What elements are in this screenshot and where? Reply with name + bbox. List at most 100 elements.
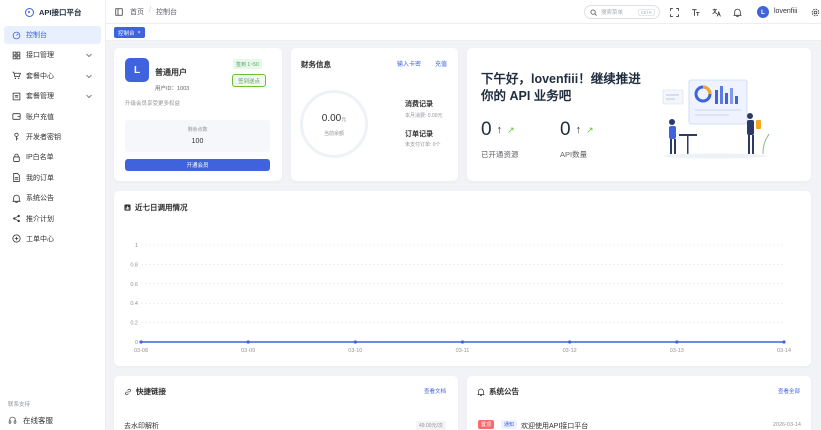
user-card-avatar: L	[125, 58, 149, 82]
chevron-down-icon[interactable]	[85, 51, 93, 59]
sidebar-item-wallet[interactable]: 账户充值	[4, 108, 101, 126]
balance-value: 0.00	[321, 113, 342, 124]
key-icon	[12, 132, 21, 141]
sidebar-item-label: 工单中心	[26, 235, 54, 243]
font-size-icon[interactable]	[691, 8, 700, 17]
breadcrumb-separator: /	[149, 6, 151, 14]
notice-type-badge: 通知	[501, 420, 518, 429]
consume-record-sub: 本月消费: 0.00元	[405, 113, 443, 119]
order-record-sub: 未支付订单: 0个	[405, 142, 441, 148]
sidebar-item-grid[interactable]: 接口管理	[4, 46, 101, 64]
quick-links-title: 快捷链接	[136, 387, 166, 396]
chevron-down-icon[interactable]	[85, 72, 93, 80]
user-avatar[interactable]: L	[757, 6, 769, 18]
data-point[interactable]	[139, 340, 143, 344]
x-tick-label: 03-11	[456, 348, 470, 354]
menu-search-input[interactable]: 搜索菜单 Ctrl K	[584, 5, 660, 19]
breadcrumb-home[interactable]: 首页	[130, 7, 144, 17]
username[interactable]: lovenfiii	[774, 8, 797, 15]
data-point[interactable]	[246, 340, 250, 344]
points-box: 剩余点数 100	[125, 120, 270, 152]
system-notice-card: 系统公告 查看全部 置顶 通知 欢迎使用API接口平台 2026-03-14	[467, 376, 811, 430]
sidebar-item-bell[interactable]: 系统公告	[4, 189, 101, 207]
points-value: 100	[191, 138, 204, 145]
notice-header: 系统公告	[477, 386, 519, 397]
sign-in-button[interactable]: 签到送点	[232, 74, 267, 87]
data-point[interactable]	[460, 340, 465, 344]
search-shortcut: Ctrl K	[637, 8, 655, 16]
bell-icon	[12, 194, 21, 203]
greeting-title: 下午好，lovenfiii！继续推进你的 API 业务吧	[481, 72, 641, 103]
sidebar-item-label: 推介计划	[26, 215, 54, 223]
tab-dashboard[interactable]: 控制台 ×	[114, 27, 145, 38]
sidebar-item-key[interactable]: 开发者密钥	[4, 128, 101, 146]
resources-label: 已开通资源	[481, 150, 519, 159]
grid-icon	[12, 51, 21, 60]
sidebar-item-ticket[interactable]: 工单中心	[4, 230, 101, 248]
wallet-icon	[12, 112, 21, 121]
order-record-title[interactable]: 订单记录	[405, 129, 433, 139]
sidebar-item-document[interactable]: 我的订单	[4, 169, 101, 187]
link-icon	[125, 388, 131, 395]
notice-item-title[interactable]: 欢迎使用API接口平台	[521, 421, 588, 430]
x-tick-label: 03-14	[777, 348, 791, 354]
price-badge: 49.00元/次	[416, 421, 446, 430]
translate-icon[interactable]	[712, 8, 721, 17]
tags-view-bar: 控制台 ×	[106, 24, 821, 41]
view-docs-link[interactable]: 查看文档	[424, 387, 446, 395]
notification-bell-icon[interactable]	[733, 8, 742, 17]
data-point[interactable]	[675, 340, 679, 344]
sidebar-item-label: 开发者密钥	[26, 133, 61, 141]
balance-label: 当前余额	[323, 131, 344, 137]
balance-ring: 0.00元 当前余额	[300, 90, 368, 158]
online-support-link[interactable]: 在线客服	[8, 415, 53, 426]
balance-unit: 元	[341, 117, 347, 123]
y-tick-label: 1	[135, 243, 138, 249]
tab-dashboard-label: 控制台	[118, 30, 135, 37]
api-count-stat: 0 ↑ ↗	[560, 119, 594, 141]
app-title: API接口平台	[39, 7, 82, 17]
consume-record-title[interactable]: 消费记录	[405, 99, 433, 109]
app-logo[interactable]: API接口平台	[0, 0, 105, 24]
open-vip-button[interactable]: 开通会员	[125, 159, 270, 171]
sidebar-item-label: 我的订单	[26, 174, 54, 182]
share-icon	[12, 214, 21, 223]
close-tab-icon[interactable]: ×	[138, 30, 141, 36]
chevron-down-icon[interactable]	[85, 92, 93, 100]
sidebar-item-cart[interactable]: 套餐中心	[4, 67, 101, 85]
breadcrumb: 首页 / 控制台	[130, 7, 177, 17]
sidebar-item-box[interactable]: 套餐管理	[4, 87, 101, 105]
y-tick-label: 0.6	[130, 282, 138, 288]
sidebar-menu: 控制台接口管理套餐中心套餐管理账户充值开发者密钥 IP白名单我的订单系统公告推介计…	[0, 24, 105, 252]
points-label: 剩余点数	[187, 127, 208, 133]
sidebar-item-dashboard[interactable]: 控制台	[4, 26, 101, 44]
contact-label: 联系支持	[8, 402, 31, 408]
usage-line-chart: 0 0.2 0.4 0.6 0.8 1 03-08 03-09 03-10 03-11 03-12 0…	[130, 243, 791, 354]
y-tick-label: 0.8	[130, 262, 138, 268]
data-point[interactable]	[568, 340, 572, 344]
quick-link-item[interactable]: 去水印解析	[124, 421, 159, 430]
x-tick-label: 03-08	[134, 348, 148, 354]
redeem-card-link[interactable]: 输入卡密	[397, 59, 421, 68]
contact-item-label: 在线客服	[23, 416, 53, 425]
sidebar-item-lock[interactable]: IP白名单	[4, 148, 101, 166]
sidebar-item-share[interactable]: 推介计划	[4, 210, 101, 228]
fullscreen-icon[interactable]	[670, 8, 679, 17]
menu-collapse-icon[interactable]	[115, 7, 123, 16]
sidebar-item-label: 套餐管理	[26, 93, 54, 101]
view-all-notices-link[interactable]: 查看全部	[778, 387, 800, 395]
document-icon	[12, 173, 21, 183]
x-tick-label: 03-09	[241, 348, 255, 354]
api-count: 0	[560, 119, 571, 140]
breadcrumb-current: 控制台	[155, 8, 177, 16]
dashboard-illustration	[662, 79, 770, 159]
top-header: 首页 / 控制台 搜索菜单 Ctrl K L lovenfiii	[106, 0, 821, 24]
data-point[interactable]	[353, 340, 357, 344]
data-point[interactable]	[782, 340, 786, 344]
settings-gear-icon[interactable]	[811, 8, 820, 17]
resources-count: 0	[481, 119, 492, 140]
sidebar-item-label: 套餐中心	[26, 72, 54, 80]
recharge-link[interactable]: 充值	[435, 59, 447, 68]
search-icon	[590, 8, 597, 16]
up-arrow-icon: ↑	[496, 124, 503, 136]
